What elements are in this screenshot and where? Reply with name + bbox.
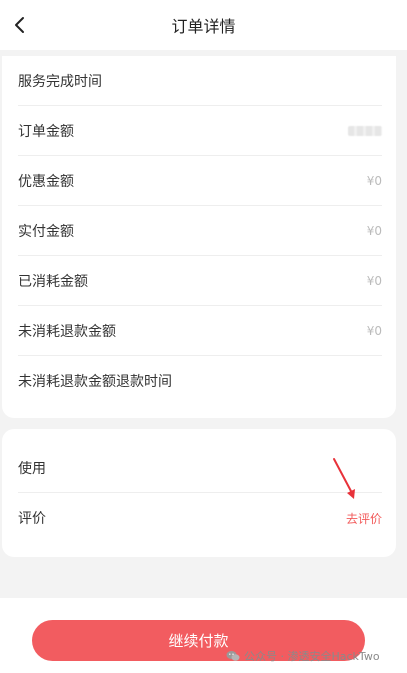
order-detail-page: 订单详情 服务完成时间 订单金额 优惠金额 ¥0 实付金额 ¥0 已消耗金额 ¥…: [0, 0, 407, 673]
detail-row-refund-amount: 未消耗退款金额 ¥0: [18, 306, 382, 356]
detail-label: 已消耗金额: [18, 273, 88, 290]
detail-label: 实付金额: [18, 223, 74, 240]
detail-value: ¥0: [366, 223, 382, 238]
detail-value: ¥0: [366, 273, 382, 288]
detail-label: 订单金额: [18, 123, 74, 140]
review-label: 评价: [18, 511, 46, 527]
detail-row-discount-amount: 优惠金额 ¥0: [18, 156, 382, 206]
annotation-arrow-icon: [333, 458, 355, 499]
detail-value: ¥0: [366, 173, 382, 188]
top-nav-bar: 订单详情: [0, 0, 407, 50]
usage-label: 使用: [18, 460, 46, 477]
detail-label: 优惠金额: [18, 173, 74, 190]
order-info-card: 服务完成时间 订单金额 优惠金额 ¥0 实付金额 ¥0 已消耗金额 ¥0 未消耗…: [2, 56, 396, 418]
detail-value: ¥0: [366, 323, 382, 338]
watermark: 公众号 · 渗透安全HackTwo: [226, 648, 380, 664]
detail-row-consumed-amount: 已消耗金额 ¥0: [18, 256, 382, 306]
detail-row-refund-time: 未消耗退款金额退款时间: [18, 356, 382, 406]
wechat-icon: [226, 651, 240, 661]
detail-label: 未消耗退款金额: [18, 323, 116, 340]
masked-value: [348, 125, 382, 136]
detail-label: 未消耗退款金额退款时间: [18, 374, 172, 390]
go-review-link[interactable]: 去评价: [346, 510, 382, 527]
detail-row-paid-amount: 实付金额 ¥0: [18, 206, 382, 256]
watermark-text: 公众号 · 渗透安全HackTwo: [244, 650, 380, 663]
page-title: 订单详情: [171, 17, 236, 36]
detail-row-order-amount: 订单金额: [18, 106, 382, 156]
chevron-left-icon: [15, 17, 24, 33]
detail-label: 服务完成时间: [18, 73, 102, 90]
back-button[interactable]: [4, 10, 34, 40]
detail-row-service-finish-time: 服务完成时间: [18, 56, 382, 106]
bottom-action-bar: 继续付款 公众号 · 渗透安全HackTwo: [0, 598, 407, 673]
